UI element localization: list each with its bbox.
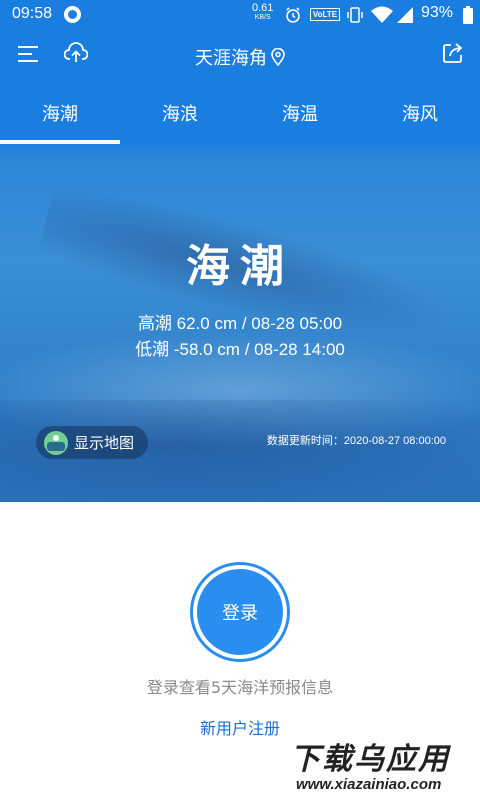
location-name: 天涯海角 [195,48,267,69]
wifi-icon [371,6,393,23]
watermark-url: www.xiazainiao.com [296,776,442,793]
tab-wind[interactable]: 海风 [360,88,480,144]
notification-app-icon [64,6,81,23]
tab-bar: 海潮 海浪 海温 海风 [0,88,480,144]
high-tide-text: 高潮 62.0 cm / 08-28 05:00 [137,314,343,333]
data-update-time: 数据更新时间：2020-08-27 08:00:00 [266,435,446,447]
watermark: 下载乌应用 www.xiazainiao.com [282,730,480,800]
status-bar: 09:58 0.61 KB/S VoLTE 93% [0,0,480,28]
tab-wave[interactable]: 海浪 [120,88,240,144]
login-button[interactable]: 登录 [193,565,287,659]
signal-icon [397,7,413,23]
alarm-icon [286,7,300,23]
login-hint: 登录查看5天海洋预报信息 [146,678,334,697]
location-selector[interactable]: 天涯海角 [195,44,285,70]
map-icon [44,430,68,455]
volte-icon: VoLTE [310,8,340,21]
login-label: 登录 [222,603,258,624]
show-map-label: 显示地图 [74,434,135,452]
tab-tide[interactable]: 海潮 [0,88,120,144]
network-speed: 0.61 KB/S [252,3,273,23]
share-icon[interactable] [442,42,464,64]
location-pin-icon [271,48,285,66]
network-speed-unit: KB/S [254,14,271,21]
show-map-button[interactable]: 显示地图 [36,426,148,459]
low-tide-text: 低潮 -58.0 cm / 08-28 14:00 [135,340,345,359]
battery-percent: 93% [421,4,454,21]
hero-title: 海潮 [186,241,294,292]
vibrate-icon [347,7,363,23]
app-header: 天涯海角 [0,34,480,78]
watermark-logo: 下载乌应用 [290,742,450,777]
status-time: 09:58 [12,5,53,22]
location-title: 天涯海角 [0,44,480,70]
battery-icon [463,6,473,24]
tab-water-temp[interactable]: 海温 [240,88,360,144]
